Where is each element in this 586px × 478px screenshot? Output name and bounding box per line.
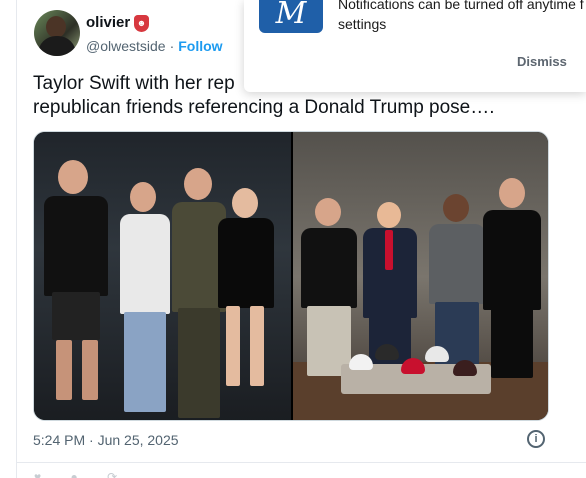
notification-popup: M Notifications can be turned off anytim… bbox=[244, 0, 586, 92]
copy-link-icon[interactable]: ⟳ bbox=[107, 470, 117, 478]
separator: · bbox=[169, 38, 175, 54]
reply-icon[interactable]: ● bbox=[70, 470, 77, 478]
action-bar-partial: ♥ ● ⟳ bbox=[34, 470, 334, 478]
photo-left[interactable] bbox=[34, 132, 291, 420]
tweet-timestamp[interactable]: 5:24 PM · Jun 25, 2025 bbox=[33, 432, 179, 448]
popup-message-line-1: Notifications can be turned off anytime … bbox=[338, 0, 584, 12]
tweet-media[interactable] bbox=[33, 131, 549, 421]
info-icon[interactable]: i bbox=[527, 430, 545, 448]
popup-message-line-2: settings bbox=[338, 16, 387, 32]
dismiss-button[interactable]: Dismiss bbox=[517, 54, 567, 69]
user-handle[interactable]: @olwestside bbox=[86, 38, 166, 54]
emoji-icon: ☻ bbox=[134, 15, 149, 32]
heart-icon[interactable]: ♥ bbox=[34, 470, 41, 478]
popup-message: Notifications can be turned off anytime … bbox=[338, 0, 586, 34]
display-name[interactable]: olivier bbox=[86, 14, 130, 31]
tweet-text-line-2: republican friends referencing a Donald … bbox=[33, 97, 495, 118]
photo-right[interactable] bbox=[293, 132, 548, 420]
handle-line: @olwestside · Follow bbox=[86, 38, 223, 54]
brand-logo-icon: M bbox=[259, 0, 323, 33]
divider bbox=[16, 462, 586, 463]
follow-button[interactable]: Follow bbox=[178, 38, 222, 54]
avatar[interactable] bbox=[34, 10, 80, 56]
